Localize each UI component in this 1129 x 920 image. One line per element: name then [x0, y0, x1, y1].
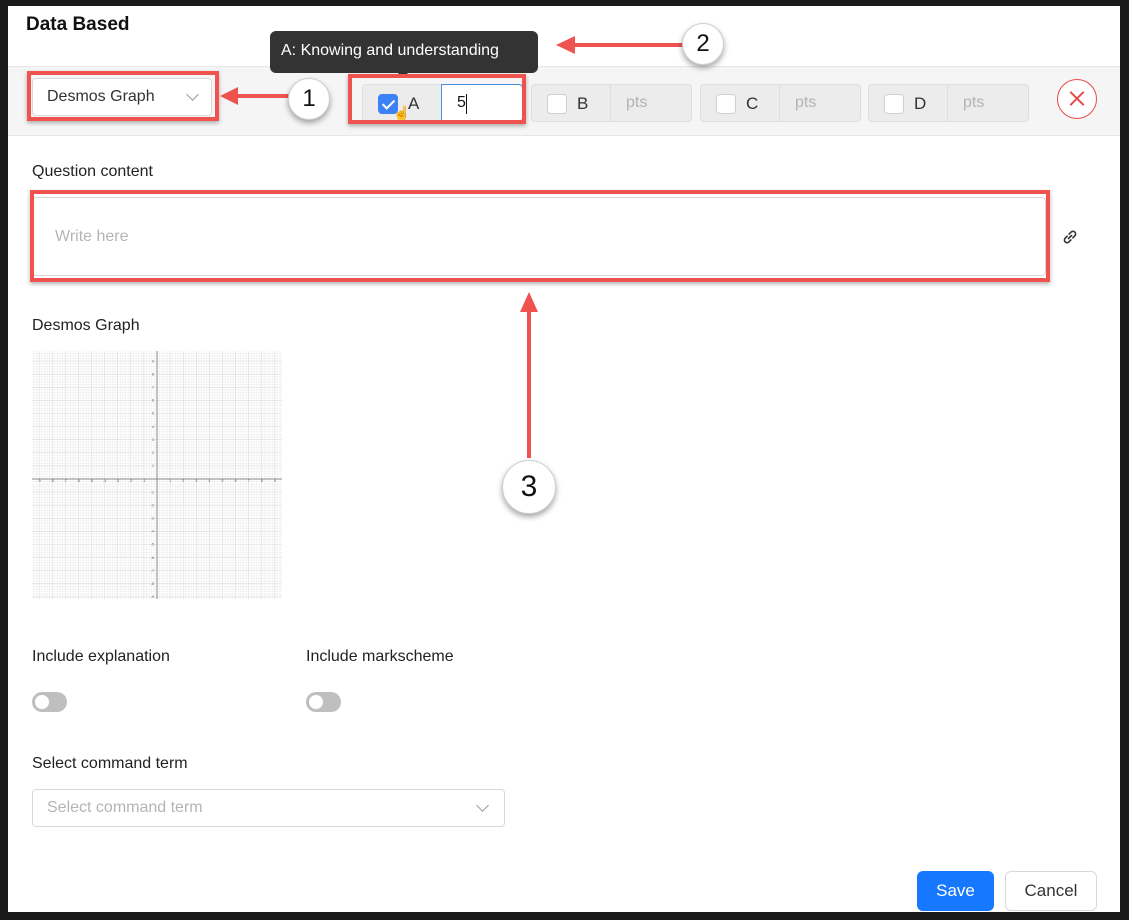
callout-badge-3: 3 [502, 460, 556, 514]
callout-badge-1: 1 [288, 78, 330, 120]
callout-badge-2: 2 [682, 23, 724, 65]
dialog: Data Based Desmos Graph ☝ A 5 B pts C pt… [8, 6, 1120, 912]
callout-arrows [220, 36, 686, 458]
